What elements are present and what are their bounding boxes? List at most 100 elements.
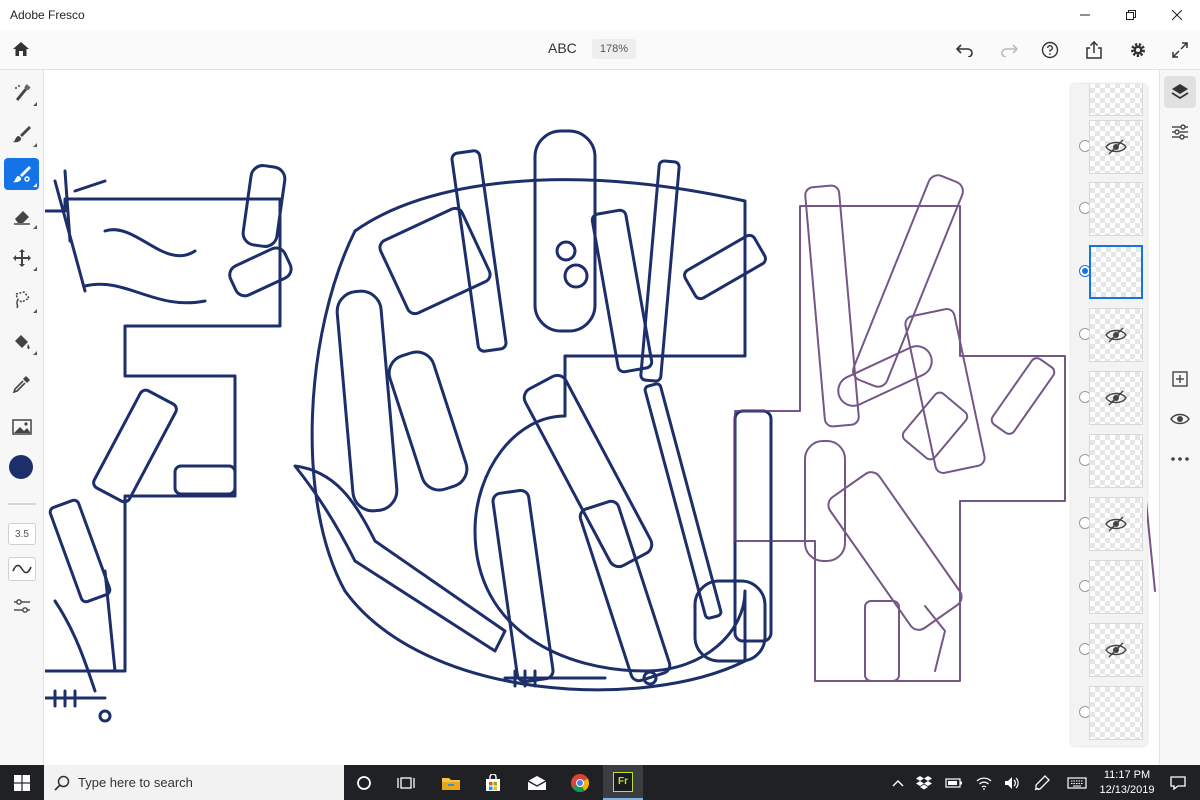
hidden-eye-icon xyxy=(1105,390,1127,406)
keyboard-tray-button[interactable] xyxy=(1065,765,1089,800)
fill-tool[interactable] xyxy=(4,326,39,358)
layer-item[interactable] xyxy=(1079,182,1143,236)
right-toolbar xyxy=(1159,70,1200,765)
help-button[interactable] xyxy=(1038,38,1062,62)
home-button[interactable] xyxy=(10,38,32,60)
dropbox-tray-button[interactable] xyxy=(912,765,936,800)
brush-size[interactable]: 3.5 xyxy=(8,523,36,545)
more-options-button[interactable] xyxy=(1164,443,1196,475)
layer-item[interactable] xyxy=(1079,497,1143,551)
taskbar-search[interactable]: Type here to search xyxy=(44,765,344,800)
minimize-icon xyxy=(1080,14,1090,16)
close-button[interactable] xyxy=(1154,0,1200,30)
move-tool[interactable] xyxy=(4,242,39,274)
file-explorer-icon xyxy=(442,777,460,790)
battery-tray-button[interactable] xyxy=(942,765,966,800)
visibility-button[interactable] xyxy=(1164,403,1196,435)
live-brush-tool[interactable] xyxy=(4,118,39,150)
start-button[interactable] xyxy=(0,765,44,800)
toolbar-divider xyxy=(8,503,36,505)
gear-icon xyxy=(1131,43,1145,57)
file-explorer-button[interactable] xyxy=(431,765,471,800)
expand-icon xyxy=(1172,42,1188,58)
minimize-button[interactable] xyxy=(1062,0,1108,30)
fresco-taskbar-button[interactable]: Fr xyxy=(603,765,643,800)
document-title[interactable]: ABC xyxy=(548,40,577,56)
pixel-brush-tool[interactable] xyxy=(4,77,39,109)
windows-taskbar: Type here to search Fr 11:17 PM 12/13/20… xyxy=(0,765,1200,800)
chevron-up-icon xyxy=(892,779,904,786)
chrome-button[interactable] xyxy=(560,765,600,800)
artwork xyxy=(45,129,1156,723)
eraser-tool[interactable] xyxy=(4,200,39,232)
redo-button[interactable] xyxy=(997,38,1021,62)
layer-properties-button[interactable] xyxy=(1164,116,1196,148)
add-layer-button[interactable] xyxy=(1164,363,1196,395)
cortana-icon xyxy=(357,775,371,790)
undo-button[interactable] xyxy=(953,38,977,62)
fill-icon xyxy=(14,335,30,349)
windows-logo-icon xyxy=(14,774,30,791)
brush-settings-button[interactable] xyxy=(8,594,36,618)
sliders-icon xyxy=(14,599,30,613)
layer-thumbnail xyxy=(1089,686,1143,740)
wifi-tray-button[interactable] xyxy=(972,765,996,800)
title-bar: Adobe Fresco xyxy=(0,0,1200,30)
redo-icon xyxy=(1001,44,1018,57)
pen-tray-button[interactable] xyxy=(1030,765,1054,800)
settings-button[interactable] xyxy=(1126,38,1150,62)
vector-brush-tool[interactable] xyxy=(4,158,39,190)
store-icon xyxy=(486,773,500,791)
canvas[interactable] xyxy=(45,71,1158,765)
cortana-button[interactable] xyxy=(344,765,384,800)
smoothing-button[interactable] xyxy=(8,557,36,581)
store-button[interactable] xyxy=(473,765,513,800)
battery-icon xyxy=(945,777,962,788)
hidden-eye-icon xyxy=(1105,139,1127,155)
layer-item-selected[interactable] xyxy=(1079,245,1143,299)
layer-item[interactable] xyxy=(1079,308,1143,362)
keyboard-icon xyxy=(1067,776,1087,789)
show-hidden-icons-button[interactable] xyxy=(886,765,910,800)
wifi-icon xyxy=(976,776,992,790)
zoom-level[interactable]: 178% xyxy=(592,39,636,59)
dropbox-icon xyxy=(916,775,932,789)
eyedropper-icon xyxy=(12,376,30,394)
left-toolbar: 3.5 xyxy=(0,70,44,765)
layer-item[interactable] xyxy=(1079,434,1143,488)
layer-item[interactable] xyxy=(1079,623,1143,677)
mail-button[interactable] xyxy=(517,765,557,800)
layer-properties-icon xyxy=(1172,124,1188,140)
volume-tray-button[interactable] xyxy=(1000,765,1024,800)
color-swatch[interactable] xyxy=(9,455,33,479)
layer-item[interactable] xyxy=(1079,686,1143,740)
taskbar-clock[interactable]: 11:17 PM 12/13/2019 xyxy=(1097,768,1157,798)
layer-item[interactable] xyxy=(1079,371,1143,425)
layers-button[interactable] xyxy=(1164,76,1196,108)
search-placeholder: Type here to search xyxy=(78,775,193,790)
eyedropper-tool[interactable] xyxy=(4,368,39,400)
share-button[interactable] xyxy=(1082,38,1106,62)
more-icon xyxy=(1171,457,1189,461)
add-layer-icon xyxy=(1172,371,1188,387)
layer-item[interactable] xyxy=(1079,84,1143,116)
volume-icon xyxy=(1005,776,1019,789)
layers-icon xyxy=(1171,84,1189,100)
layer-item[interactable] xyxy=(1079,120,1143,174)
clock-date: 12/13/2019 xyxy=(1099,784,1155,796)
hidden-eye-icon xyxy=(1105,642,1127,658)
share-icon xyxy=(1086,41,1102,59)
restore-button[interactable] xyxy=(1108,0,1154,30)
layer-item[interactable] xyxy=(1079,560,1143,614)
lasso-tool[interactable] xyxy=(4,284,39,316)
vector-brush-icon xyxy=(12,166,31,183)
place-image-tool[interactable] xyxy=(4,411,39,443)
fullscreen-button[interactable] xyxy=(1168,38,1192,62)
notifications-button[interactable] xyxy=(1166,765,1190,800)
app-title: Adobe Fresco xyxy=(10,8,85,22)
layer-thumbnail xyxy=(1089,245,1143,299)
task-view-button[interactable] xyxy=(386,765,426,800)
clock-time: 11:17 PM xyxy=(1103,769,1151,781)
mail-icon xyxy=(527,775,547,790)
hidden-eye-icon xyxy=(1105,516,1127,532)
